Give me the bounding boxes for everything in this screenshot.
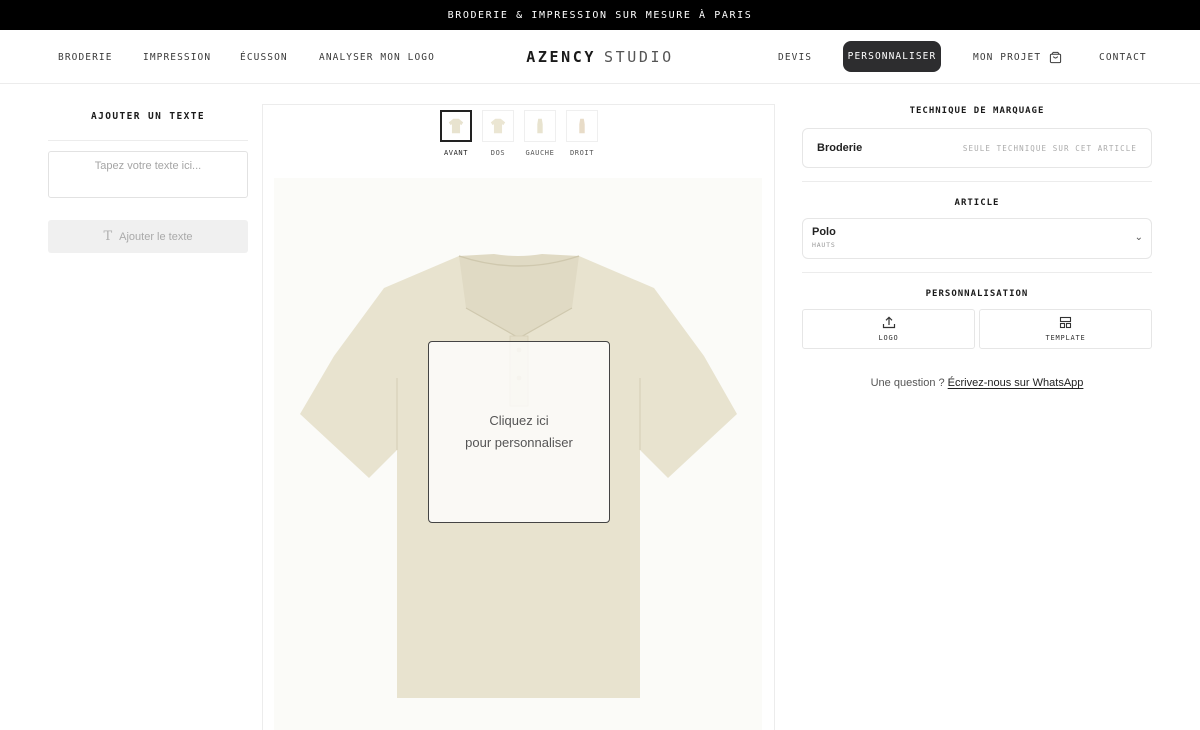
logo-label: LOGO <box>878 334 899 342</box>
top-banner: BRODERIE & IMPRESSION SUR MESURE À PARIS <box>0 0 1200 30</box>
add-text-button[interactable]: T Ajouter le texte <box>48 220 248 253</box>
divider <box>802 181 1152 182</box>
technique-note: SEULE TECHNIQUE SUR CET ARTICLE <box>962 143 1137 153</box>
nav-link-broderie[interactable]: BRODERIE <box>58 30 113 84</box>
view-label: DROIT <box>569 149 595 157</box>
divider <box>48 140 248 141</box>
polo-left-side-icon <box>537 118 543 134</box>
article-title: ARTICLE <box>954 198 1000 208</box>
nav-link-contact[interactable]: CONTACT <box>1099 30 1147 84</box>
personnalisation-title: PERSONNALISATION <box>925 289 1029 299</box>
view-gauche[interactable]: GAUCHE <box>524 110 556 157</box>
template-button[interactable]: TEMPLATE <box>979 309 1152 349</box>
view-thumb <box>566 110 598 142</box>
template-icon <box>1059 316 1072 329</box>
technique-select[interactable]: Broderie SEULE TECHNIQUE SUR CET ARTICLE <box>802 128 1152 168</box>
view-label: GAUCHE <box>525 149 555 157</box>
nav-link-analyser-logo[interactable]: ANALYSER MON LOGO <box>319 30 435 84</box>
view-thumb <box>440 110 472 142</box>
technique-title: TECHNIQUE DE MARQUAGE <box>909 106 1045 116</box>
help-question: Une question ? Écrivez-nous sur WhatsApp <box>802 377 1152 389</box>
add-text-title: AJOUTER UN TEXTE <box>91 111 205 122</box>
chevron-down-icon: ⌄ <box>1134 232 1143 243</box>
shopping-bag-icon <box>1050 51 1062 63</box>
view-droit[interactable]: DROIT <box>566 110 598 157</box>
article-name: Polo <box>812 226 836 238</box>
add-text-label: Ajouter le texte <box>119 230 193 243</box>
template-label: TEMPLATE <box>1045 334 1086 342</box>
view-thumb <box>524 110 556 142</box>
customize-zone-line1: Cliquez ici <box>489 413 549 428</box>
text-icon: T <box>103 229 113 244</box>
view-label: AVANT <box>443 149 469 157</box>
logo-upload-button[interactable]: LOGO <box>802 309 975 349</box>
nav-link-impression[interactable]: IMPRESSION <box>143 30 211 84</box>
upload-icon <box>882 316 895 329</box>
view-selector: AVANT DOS GAUCHE DROIT <box>440 110 598 157</box>
nav-personnaliser-button[interactable]: PERSONNALISER <box>843 41 941 72</box>
polo-front-icon <box>448 118 464 134</box>
text-input[interactable] <box>48 151 248 198</box>
logo-light: STUDIO <box>604 48 674 66</box>
view-avant[interactable]: AVANT <box>440 110 472 157</box>
mon-projet-label: MON PROJET <box>973 51 1042 63</box>
technique-name: Broderie <box>817 142 863 154</box>
nav-link-devis[interactable]: DEVIS <box>778 30 812 84</box>
article-select[interactable]: Polo HAUTS ⌄ <box>802 218 1152 259</box>
whatsapp-link[interactable]: Écrivez-nous sur WhatsApp <box>948 377 1084 389</box>
customize-zone[interactable]: Cliquez ici pour personnaliser <box>428 341 610 523</box>
polo-back-icon <box>490 118 506 134</box>
customize-zone-line2: pour personnaliser <box>465 435 573 450</box>
banner-text: BRODERIE & IMPRESSION SUR MESURE À PARIS <box>447 9 753 21</box>
view-dos[interactable]: DOS <box>482 110 514 157</box>
personnaliser-label: PERSONNALISER <box>847 51 937 62</box>
view-thumb <box>482 110 514 142</box>
question-text: Une question ? <box>870 377 945 389</box>
logo-bold: AZENCY <box>526 48 596 66</box>
nav-link-ecusson[interactable]: ÉCUSSON <box>240 30 288 84</box>
polo-right-side-icon <box>579 118 585 134</box>
nav-link-mon-projet[interactable]: MON PROJET <box>973 30 1062 84</box>
divider <box>802 272 1152 273</box>
article-category: HAUTS <box>812 241 836 249</box>
main-nav: AZENCY STUDIO BRODERIE IMPRESSION ÉCUSSO… <box>0 30 1200 84</box>
view-label: DOS <box>490 149 506 157</box>
